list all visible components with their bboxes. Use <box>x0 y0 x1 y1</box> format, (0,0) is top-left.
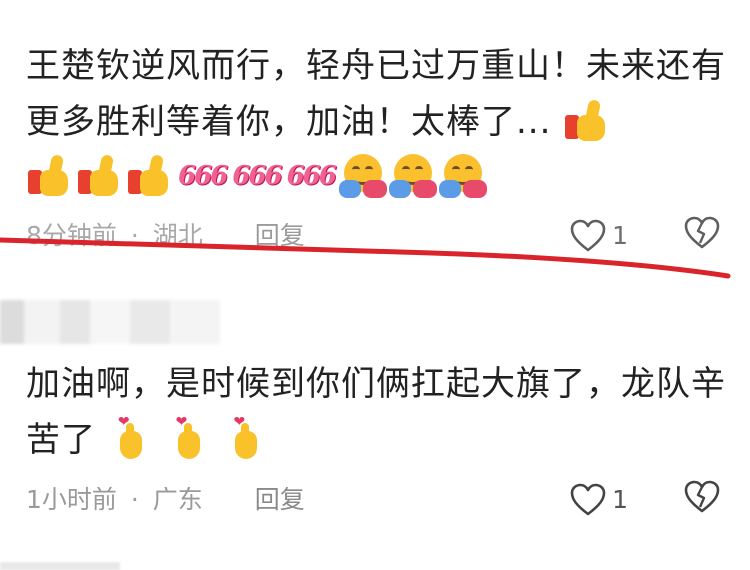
comment-1: 王楚钦逆风而行，轻舟已过万重山！未来还有更多胜利等着你，加油！太棒了... 66… <box>0 0 750 280</box>
like-count: 1 <box>612 221 628 250</box>
thumbs-up-icon <box>26 152 74 200</box>
comment-body: 王楚钦逆风而行，轻舟已过万重山！未来还有更多胜利等着你，加油！太棒了... <box>26 46 726 142</box>
hugging-face-icon <box>438 152 487 200</box>
timestamp: 8分钟前 <box>26 221 117 250</box>
six-six-six-icon: 666 <box>232 161 282 191</box>
comment-meta: 1小时前 · 广东 回复 1 <box>26 480 720 520</box>
location: 广东 <box>152 485 203 514</box>
like-button[interactable]: 1 <box>570 216 628 256</box>
separator: · <box>130 221 139 250</box>
comment-text: 王楚钦逆风而行，轻舟已过万重山！未来还有更多胜利等着你，加油！太棒了... 66… <box>26 38 730 200</box>
finger-heart-icon: ❤ <box>223 415 269 461</box>
heart-outline-icon <box>570 219 606 252</box>
like-count: 1 <box>612 485 628 514</box>
thumbs-up-icon <box>126 152 174 200</box>
heart-outline-icon <box>570 483 606 516</box>
comment-2: 加油啊，是时候到你们俩扛起大旗了，龙队辛苦了 ❤ ❤ ❤ 1小时前 · 广东 回… <box>0 300 750 570</box>
hugging-face-icon <box>388 152 437 200</box>
emoji-row: 666 666 666 <box>26 152 730 200</box>
thumbs-up-icon <box>563 97 609 143</box>
thumbs-up-icon <box>76 152 124 200</box>
reply-button[interactable]: 回复 <box>255 480 305 520</box>
dislike-button[interactable] <box>684 216 720 262</box>
reply-button[interactable]: 回复 <box>255 216 305 256</box>
broken-heart-icon <box>684 216 720 249</box>
six-six-six-icon: 666 <box>286 161 337 191</box>
hugging-face-icon <box>338 152 387 200</box>
redacted-area <box>0 562 120 570</box>
separator: · <box>130 485 139 514</box>
username-redacted <box>0 300 220 344</box>
comment-text: 加油啊，是时候到你们俩扛起大旗了，龙队辛苦了 ❤ ❤ ❤ <box>26 356 730 468</box>
comment-meta: 8分钟前 · 湖北 回复 1 <box>26 216 720 256</box>
six-six-six-icon: 666 <box>178 161 228 191</box>
location: 湖北 <box>152 221 203 250</box>
finger-heart-icon: ❤ <box>108 415 154 461</box>
like-button[interactable]: 1 <box>570 480 628 520</box>
broken-heart-icon <box>684 480 720 513</box>
dislike-button[interactable] <box>684 480 720 526</box>
timestamp: 1小时前 <box>26 485 117 514</box>
finger-heart-icon: ❤ <box>166 415 212 461</box>
